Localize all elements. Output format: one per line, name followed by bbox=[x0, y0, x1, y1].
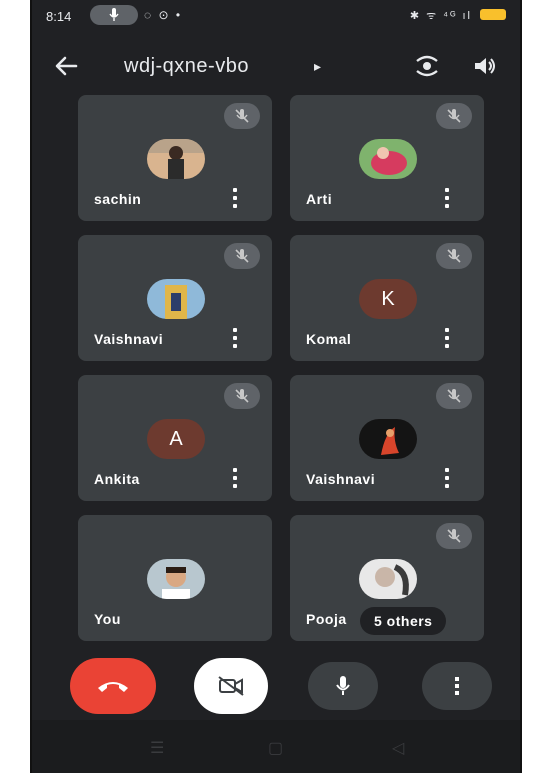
participant-tile[interactable]: Arti bbox=[290, 95, 484, 221]
more-options-icon[interactable] bbox=[228, 187, 242, 209]
mic-off-icon bbox=[436, 103, 472, 129]
mic-off-icon bbox=[224, 383, 260, 409]
avatar bbox=[359, 419, 417, 459]
mic-active-indicator bbox=[90, 5, 138, 25]
status-signal-icons: ✱ ᯤ ⁴ᴳ ıl bbox=[409, 10, 472, 22]
mic-off-icon bbox=[224, 243, 260, 269]
self-tile[interactable]: You bbox=[78, 515, 272, 641]
camera-toggle-button[interactable] bbox=[194, 658, 268, 714]
more-options-button[interactable] bbox=[422, 662, 492, 710]
status-time: 8:14 bbox=[46, 9, 72, 24]
right-border bbox=[520, 0, 522, 773]
participant-name: sachin bbox=[94, 191, 142, 207]
left-border bbox=[30, 0, 32, 773]
hang-up-icon bbox=[98, 682, 128, 692]
more-options-icon[interactable] bbox=[440, 467, 454, 489]
avatar bbox=[147, 139, 205, 179]
call-header: wdj-qxne-vbo ▸ bbox=[32, 42, 520, 90]
participant-name: Pooja bbox=[306, 611, 347, 627]
status-notification-icons: ◌ ⊙ • bbox=[144, 8, 183, 22]
system-navigation-bar: ☰ ▢ ◁ bbox=[32, 720, 520, 773]
camera-off-icon bbox=[218, 676, 244, 696]
participant-name: Ankita bbox=[94, 471, 140, 487]
participant-name: Komal bbox=[306, 331, 352, 347]
recents-icon[interactable]: ☰ bbox=[150, 738, 164, 758]
mic-off-icon bbox=[436, 243, 472, 269]
avatar bbox=[147, 279, 205, 319]
home-icon[interactable]: ▢ bbox=[268, 738, 283, 758]
participant-tile[interactable]: A Ankita bbox=[78, 375, 272, 501]
mic-icon bbox=[336, 676, 350, 695]
battery-icon bbox=[480, 9, 506, 20]
speaker-icon[interactable] bbox=[472, 54, 498, 78]
participant-name: Arti bbox=[306, 191, 333, 207]
back-arrow-icon[interactable] bbox=[52, 52, 80, 80]
participant-name: You bbox=[94, 611, 121, 627]
phone-screen: 8:14 ◌ ⊙ • ✱ ᯤ ⁴ᴳ ıl wdj-qxne-vbo ▸ sach… bbox=[32, 0, 520, 773]
status-bar: 8:14 ◌ ⊙ • ✱ ᯤ ⁴ᴳ ıl bbox=[32, 0, 520, 30]
microphone-toggle-button[interactable] bbox=[308, 662, 378, 710]
avatar bbox=[359, 559, 417, 599]
more-vert-icon bbox=[455, 677, 459, 695]
more-options-icon[interactable] bbox=[228, 467, 242, 489]
mic-icon bbox=[109, 8, 119, 21]
more-options-icon[interactable] bbox=[440, 187, 454, 209]
participant-tile[interactable]: Vaishnavi bbox=[78, 235, 272, 361]
more-options-icon[interactable] bbox=[440, 327, 454, 349]
avatar bbox=[359, 139, 417, 179]
back-nav-icon[interactable]: ◁ bbox=[392, 738, 404, 758]
letter-avatar: A bbox=[147, 419, 205, 459]
participant-tile[interactable]: Pooja 5 others bbox=[290, 515, 484, 641]
meeting-info-caret[interactable]: ▸ bbox=[314, 58, 321, 75]
switch-camera-icon[interactable] bbox=[412, 52, 442, 80]
participant-name: Vaishnavi bbox=[94, 331, 164, 347]
mic-off-icon bbox=[436, 383, 472, 409]
participant-name: Vaishnavi bbox=[306, 471, 376, 487]
meeting-code[interactable]: wdj-qxne-vbo bbox=[124, 55, 249, 78]
avatar bbox=[147, 559, 205, 599]
mic-off-icon bbox=[224, 103, 260, 129]
end-call-button[interactable] bbox=[70, 658, 156, 714]
participant-tile[interactable]: sachin bbox=[78, 95, 272, 221]
mic-off-icon bbox=[436, 523, 472, 549]
participant-tile[interactable]: K Komal bbox=[290, 235, 484, 361]
others-count-chip[interactable]: 5 others bbox=[360, 607, 447, 635]
more-options-icon[interactable] bbox=[228, 327, 242, 349]
participant-tile[interactable]: Vaishnavi bbox=[290, 375, 484, 501]
letter-avatar: K bbox=[359, 279, 417, 319]
